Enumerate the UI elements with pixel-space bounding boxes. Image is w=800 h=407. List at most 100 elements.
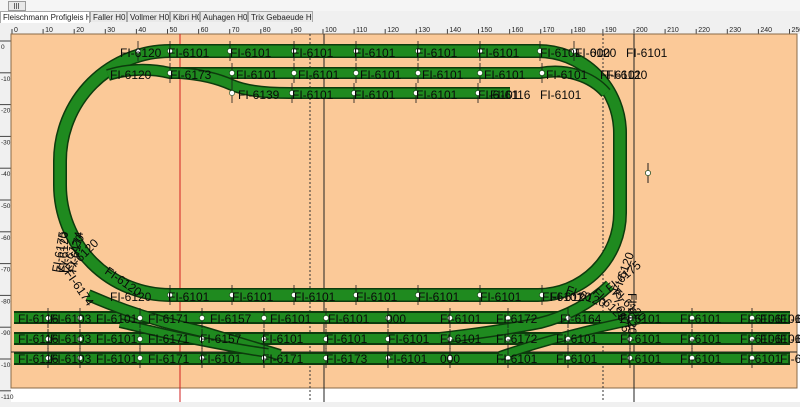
track-part-label: FI-6101 [626, 46, 668, 60]
track-part-label: FI-6101 [496, 352, 538, 366]
ruler-x-label: 30 [107, 27, 115, 34]
track-part-label: FI-6101 [326, 332, 368, 346]
track-part-label: FI-6173 [170, 68, 212, 82]
ruler-x-label: 100 [325, 27, 337, 34]
ruler-y-label: -30 [1, 139, 11, 146]
track-joint-dot [229, 70, 234, 75]
track-part-label: FI-6101 [440, 312, 482, 326]
ruler-x-label: 20 [76, 27, 84, 34]
track-joint-dot [353, 70, 358, 75]
track-part-label: FI-6164 [560, 312, 602, 326]
ruler-x-label: 90 [294, 27, 302, 34]
track-joint-dot [645, 170, 650, 175]
track-part-label: FI-6120 [110, 290, 152, 304]
ruler-y-label: -50 [1, 203, 11, 210]
ruler-x-label: 40 [138, 27, 146, 34]
ruler-x-label: 0 [14, 27, 18, 34]
ruler-x-label: 240 [760, 27, 772, 34]
track-part-label: FI-6120 [575, 46, 617, 60]
track-part-label: FI-6101 [292, 46, 334, 60]
library-tab-bar: Fleischmann Profigleis H0 Faller H0 Voll… [0, 11, 800, 23]
ruler-x-label: 170 [543, 27, 555, 34]
track-part-label: FI-6101 [328, 312, 370, 326]
track-part-label: FI-6120 [120, 46, 162, 60]
track-joint-dot [137, 315, 142, 320]
track-part-label: FI-6173 [326, 352, 368, 366]
tab-trix-gebaeude[interactable]: Trix Gebaeude H0 [248, 11, 313, 22]
track-part-label: FI-6101 [546, 68, 588, 82]
track-part-label: FI-6101 [540, 88, 582, 102]
track-part-label: FI-6101 [200, 352, 242, 366]
track-joint-dot [261, 315, 266, 320]
track-part-label: FI-6116 [490, 88, 531, 102]
ruler-y-label: -60 [1, 235, 11, 242]
track-part-label: FI-6116 [780, 332, 800, 346]
track-part-label: FI-6101 [96, 352, 138, 366]
track-part-label: FI-6101 [232, 290, 274, 304]
tab-fleischmann-profigleis[interactable]: Fleischmann Profigleis H0 [0, 11, 90, 23]
track-part-label: FI-6172 [496, 332, 538, 346]
tab-vollmer[interactable]: Vollmer H0 [127, 11, 170, 22]
tab-faller[interactable]: Faller H0 [90, 11, 127, 22]
ruler-x-label: 220 [698, 27, 710, 34]
track-part-label: FI-6116 [780, 312, 800, 326]
track-part-label: FI-6172 [496, 312, 538, 326]
ruler-y-label: 0 [1, 44, 5, 51]
track-part-label: FI-6116 [780, 352, 800, 366]
track-part-label: 000 [440, 352, 460, 366]
track-joint-dot [477, 70, 482, 75]
track-joint-dot [137, 355, 142, 360]
scroll-grip-icon[interactable] [8, 1, 26, 11]
track-part-label: FI-6157 [210, 312, 252, 326]
track-plan-canvas[interactable]: 0102030405060708090100110120130140150160… [0, 23, 800, 402]
track-joint-dot [229, 90, 234, 95]
ruler-x-label: 150 [481, 27, 493, 34]
track-part-label: FI-6101 [740, 352, 782, 366]
track-part-label: FI-6103 [50, 312, 92, 326]
track-part-label: FI-6101 [354, 88, 396, 102]
track-part-label: FI-6101 [422, 68, 464, 82]
track-part-label: FI-6101 [356, 290, 398, 304]
ruler-x-label: 180 [574, 27, 586, 34]
track-part-label: 000 [386, 312, 406, 326]
ruler-y-label: -20 [1, 108, 11, 115]
ruler-x-label: 140 [449, 27, 461, 34]
ruler-y-label: -80 [1, 298, 11, 305]
ruler-y-label: -10 [1, 76, 11, 83]
track-part-label: FI-6171 [148, 352, 190, 366]
track-part-label: FI-6101 [236, 68, 278, 82]
track-plan-svg[interactable]: 0102030405060708090100110120130140150160… [0, 23, 800, 402]
track-part-label: FI-6101 [168, 46, 210, 60]
track-part-label: FI-6171 [262, 352, 304, 366]
track-part-label: FI-6101 [620, 312, 662, 326]
track-part-label: FI-6101 [298, 68, 340, 82]
track-part-label: FI-6101 [484, 68, 526, 82]
track-joint-dot [539, 70, 544, 75]
ruler-x-label: 10 [45, 27, 53, 34]
track-part-label: FI-6101 [360, 68, 402, 82]
track-part-label: FI-6103 [50, 332, 92, 346]
ruler-y-label: -90 [1, 330, 11, 337]
track-part-label: FI-6101 [354, 46, 396, 60]
track-joint-dot [291, 70, 296, 75]
track-part-label: FI-6101 [292, 88, 334, 102]
ruler-y-label: -40 [1, 171, 11, 178]
ruler-y-label: -70 [1, 267, 11, 274]
ruler-x-label: 60 [201, 27, 209, 34]
tab-auhagen[interactable]: Auhagen H0 [200, 11, 248, 22]
ruler-x-label: 190 [605, 27, 617, 34]
track-part-label: FI-6103 [50, 352, 92, 366]
ruler-y-label: -110 [1, 394, 14, 401]
track-part-label: FI-6101 [386, 352, 428, 366]
track-part-label: FI-6120 [57, 231, 71, 273]
tab-kibri[interactable]: Kibri H0 [170, 11, 200, 22]
ruler-x-label: 130 [418, 27, 430, 34]
track-part-label: FI-6101 [416, 88, 458, 102]
track-part-label: FI-6101 [418, 290, 460, 304]
track-part-label: FI-6101 [294, 290, 336, 304]
ruler-x-label: 80 [263, 27, 271, 34]
track-part-label: FI-6101 [168, 290, 210, 304]
ruler-x-label: 120 [387, 27, 399, 34]
track-joint-dot [137, 336, 142, 341]
track-part-label: FI-6101 [96, 312, 138, 326]
